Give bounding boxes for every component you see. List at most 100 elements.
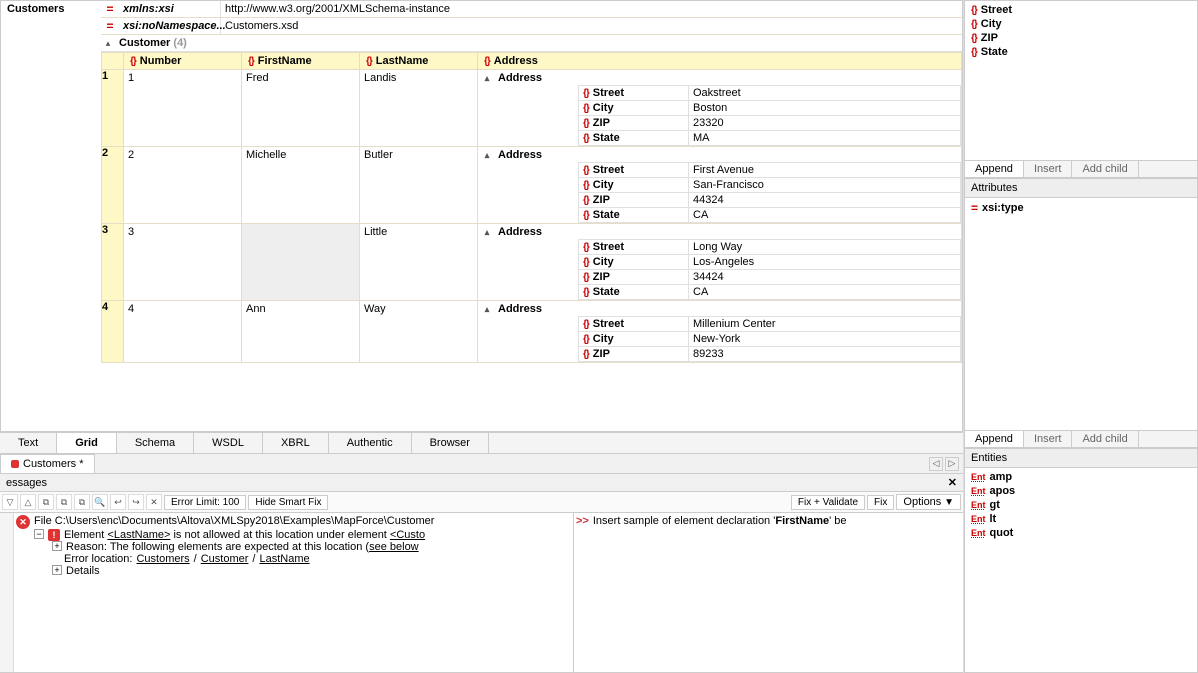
msg-tb-clear-button[interactable]: ✕: [146, 494, 162, 510]
tab-xbrl[interactable]: XBRL: [263, 433, 329, 453]
append-action[interactable]: Append: [965, 161, 1024, 177]
entity-item[interactable]: Entgt: [967, 498, 1195, 512]
entities-panel[interactable]: EntampEntaposEntgtEntltEntquot: [965, 468, 1197, 672]
address-field-value[interactable]: Oakstreet: [689, 86, 960, 100]
tab-authentic[interactable]: Authentic: [329, 433, 412, 453]
address-field-row[interactable]: City New-York: [578, 331, 961, 347]
address-field-row[interactable]: City San-Francisco: [578, 177, 961, 193]
errloc-link-lastname[interactable]: LastName: [259, 553, 309, 565]
address-field-value[interactable]: 89233: [689, 347, 960, 361]
attr-value-schema[interactable]: Customers.xsd: [221, 18, 962, 34]
address-field-row[interactable]: Street Millenium Center: [578, 316, 961, 332]
address-field-value[interactable]: Boston: [689, 101, 960, 115]
address-field-value[interactable]: CA: [689, 285, 960, 299]
address-field-value[interactable]: Long Way: [689, 240, 960, 254]
entity-item[interactable]: Entquot: [967, 526, 1195, 540]
address-field-value[interactable]: MA: [689, 131, 960, 145]
address-field-value[interactable]: 34424: [689, 270, 960, 284]
tab-schema[interactable]: Schema: [117, 433, 194, 453]
attr-value-xmlns[interactable]: http://www.w3.org/2001/XMLSchema-instanc…: [221, 1, 962, 17]
element-item[interactable]: ZIP: [967, 31, 1195, 45]
collapse-toggle[interactable]: [480, 304, 494, 315]
collapse-toggle[interactable]: [480, 73, 494, 84]
cell-number[interactable]: 3: [124, 224, 241, 240]
insert-action[interactable]: Insert: [1024, 161, 1073, 177]
msg-tb-btn[interactable]: ▽: [2, 494, 18, 510]
address-field-row[interactable]: Street First Avenue: [578, 162, 961, 178]
close-messages-button[interactable]: ✕: [948, 476, 957, 489]
row-number[interactable]: 3: [102, 224, 124, 301]
element-item[interactable]: City: [967, 17, 1195, 31]
options-dropdown[interactable]: Options ▼: [896, 494, 961, 510]
address-field-row[interactable]: State CA: [578, 284, 961, 300]
address-field-row[interactable]: City Los-Angeles: [578, 254, 961, 270]
cell-lastname[interactable]: Landis: [360, 70, 477, 86]
collapse-toggle[interactable]: [101, 38, 115, 49]
address-field-value[interactable]: Millenium Center: [689, 317, 960, 331]
msg-tb-btn[interactable]: ⧉: [38, 494, 54, 510]
fix-validate-button[interactable]: Fix + Validate: [791, 495, 865, 510]
tab-grid[interactable]: Grid: [57, 433, 117, 453]
element-item[interactable]: Street: [967, 3, 1195, 17]
entity-item[interactable]: Entlt: [967, 512, 1195, 526]
address-field-value[interactable]: 44324: [689, 193, 960, 207]
errloc-link-customers[interactable]: Customers: [136, 553, 189, 565]
msg-tb-btn[interactable]: ⧉: [74, 494, 90, 510]
msg-tb-btn[interactable]: ↪: [128, 494, 144, 510]
cell-firstname[interactable]: [242, 224, 359, 228]
address-field-value[interactable]: New-York: [689, 332, 960, 346]
smart-fix-pane[interactable]: >> Insert sample of element declaration …: [574, 513, 963, 672]
messages-tree[interactable]: ✕ File C:\Users\enc\Documents\Altova\XML…: [14, 513, 574, 672]
tab-text[interactable]: Text: [0, 433, 57, 453]
tab-browser[interactable]: Browser: [412, 433, 489, 453]
address-field-value[interactable]: CA: [689, 208, 960, 222]
address-field-value[interactable]: First Avenue: [689, 163, 960, 177]
collapse-toggle[interactable]: [480, 227, 494, 238]
entity-item[interactable]: Entapos: [967, 484, 1195, 498]
tree-toggle[interactable]: +: [52, 565, 62, 575]
address-field-row[interactable]: ZIP 23320: [578, 115, 961, 131]
entity-item[interactable]: Entamp: [967, 470, 1195, 484]
msg-tb-btn[interactable]: ⧉: [56, 494, 72, 510]
cell-number[interactable]: 1: [124, 70, 241, 86]
cell-firstname[interactable]: Ann: [242, 301, 359, 317]
error-element-link[interactable]: <LastName>: [107, 529, 170, 541]
msg-tb-find-icon[interactable]: 🔍: [92, 494, 108, 510]
address-field-row[interactable]: State CA: [578, 207, 961, 223]
error-limit-button[interactable]: Error Limit: 100: [164, 495, 246, 510]
element-item[interactable]: State: [967, 45, 1195, 59]
address-field-row[interactable]: ZIP 89233: [578, 346, 961, 362]
address-field-value[interactable]: San-Francisco: [689, 178, 960, 192]
msg-tb-btn[interactable]: ↩: [110, 494, 126, 510]
see-below-link[interactable]: see below: [369, 541, 419, 553]
tab-nav-prev[interactable]: ◁: [929, 457, 943, 471]
address-field-row[interactable]: Street Long Way: [578, 239, 961, 255]
tree-toggle[interactable]: −: [34, 529, 44, 539]
attributes-panel[interactable]: xsi:type: [965, 198, 1197, 430]
hide-smart-fix-button[interactable]: Hide Smart Fix: [248, 495, 328, 510]
address-field-row[interactable]: City Boston: [578, 100, 961, 116]
cell-number[interactable]: 2: [124, 147, 241, 163]
fix-button[interactable]: Fix: [867, 495, 894, 510]
cell-lastname[interactable]: Way: [360, 301, 477, 317]
xml-grid-view[interactable]: Customers xmlns:xsi http://www.w3.org/20…: [0, 0, 963, 432]
address-field-value[interactable]: 23320: [689, 116, 960, 130]
tab-wsdl[interactable]: WSDL: [194, 433, 263, 453]
attr-name-xmlns[interactable]: xmlns:xsi: [119, 1, 221, 17]
attr-name-schema[interactable]: xsi:noNamespace...: [119, 18, 221, 34]
cell-number[interactable]: 4: [124, 301, 241, 317]
tree-toggle[interactable]: +: [52, 541, 62, 551]
cell-lastname[interactable]: Butler: [360, 147, 477, 163]
add-child-action[interactable]: Add child: [1072, 161, 1138, 177]
address-field-row[interactable]: Street Oakstreet: [578, 85, 961, 101]
error-parent-link[interactable]: <Custo: [390, 529, 425, 541]
cell-firstname[interactable]: Michelle: [242, 147, 359, 163]
file-tab-customers[interactable]: Customers *: [0, 454, 95, 473]
row-number[interactable]: 2: [102, 147, 124, 224]
address-field-row[interactable]: ZIP 44324: [578, 192, 961, 208]
add-child-action[interactable]: Add child: [1072, 431, 1138, 447]
append-action[interactable]: Append: [965, 431, 1024, 447]
attribute-item[interactable]: xsi:type: [967, 200, 1195, 216]
address-field-value[interactable]: Los-Angeles: [689, 255, 960, 269]
msg-tb-btn[interactable]: △: [20, 494, 36, 510]
